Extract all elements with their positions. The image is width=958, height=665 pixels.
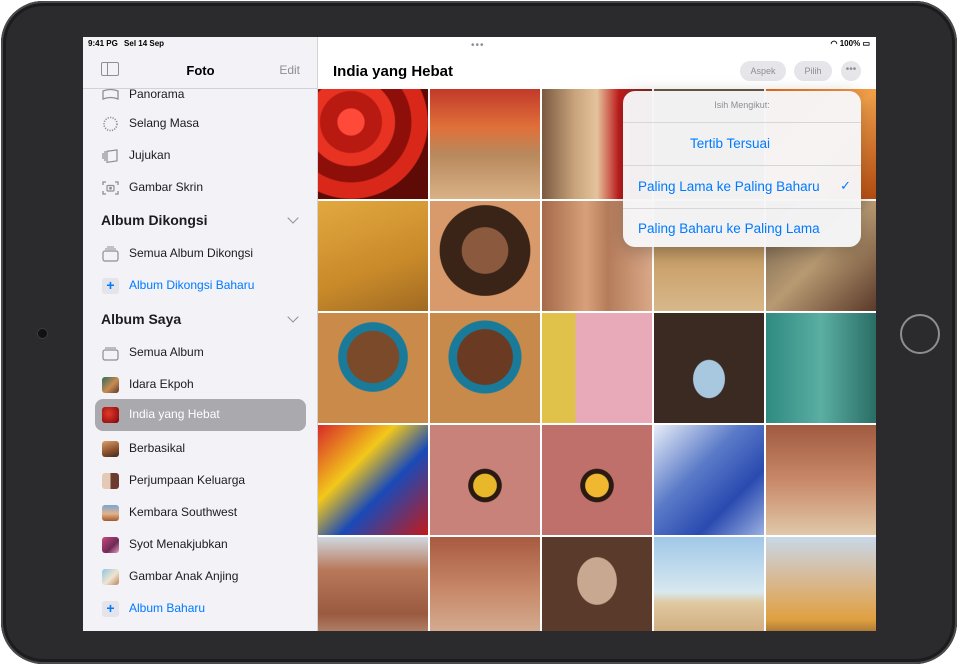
status-bar-left: 9:41 PG Sel 14 Sep <box>88 39 168 48</box>
sort-option-custom[interactable]: Tertib Tersuai <box>623 123 861 165</box>
sidebar-item-idara-ekpoh[interactable]: Idara Ekpoh <box>83 371 317 399</box>
home-button[interactable] <box>900 314 940 354</box>
photo-thumbnail[interactable] <box>654 313 764 423</box>
multitasking-dots-icon[interactable]: ••• <box>471 40 485 51</box>
sidebar-item-gambar-anak-anjing[interactable]: Gambar Anak Anjing <box>83 563 317 591</box>
main-content: ••• ◠ 100% ▭ India yang Hebat Aspek Pili… <box>318 37 876 631</box>
album-thumbnail <box>102 473 119 489</box>
photo-thumbnail[interactable] <box>766 425 876 535</box>
photo-thumbnail[interactable] <box>430 425 540 535</box>
sidebar-item-label: Selang Masa <box>129 116 200 130</box>
sidebar-item-label: Panorama <box>129 87 185 101</box>
battery-percent: 100% <box>839 39 861 48</box>
sidebar-item-kembara-southwest[interactable]: Kembara Southwest <box>83 499 317 527</box>
sidebar-item-syot-menakjubkan[interactable]: Syot Menakjubkan <box>83 531 317 559</box>
sidebar-item-label: Idara Ekpoh <box>129 377 194 391</box>
sidebar: 9:41 PG Sel 14 Sep Foto Edit Panorama Se… <box>83 37 318 631</box>
sidebar-item-label: Album Dikongsi Baharu <box>129 278 255 292</box>
sidebar-item-new-shared[interactable]: + Album Dikongsi Baharu <box>83 272 317 300</box>
sidebar-item-label: Berbasikal <box>129 441 186 455</box>
album-stack-icon <box>102 347 119 361</box>
timelapse-icon <box>103 116 118 132</box>
sort-option-label: Paling Lama ke Paling Baharu <box>638 179 820 194</box>
sidebar-item-label: Album Baharu <box>129 601 206 615</box>
album-thumbnail <box>102 407 119 423</box>
shared-album-icon <box>102 246 119 262</box>
sidebar-item-label: Syot Menakjubkan <box>129 537 228 551</box>
sort-option-newest-first[interactable]: Paling Baharu ke Paling Lama <box>623 208 861 250</box>
sidebar-item-all-albums[interactable]: Semua Album <box>83 339 317 367</box>
battery-icon: ▭ <box>862 39 870 48</box>
photo-thumbnail[interactable] <box>318 201 428 311</box>
screenshot-icon <box>102 181 119 195</box>
status-bar-right: ◠ 100% ▭ <box>831 39 870 48</box>
screen: 9:41 PG Sel 14 Sep Foto Edit Panorama Se… <box>83 37 876 631</box>
popover-header: Isih Mengikut: <box>714 100 770 110</box>
photo-thumbnail[interactable] <box>318 89 428 199</box>
sidebar-item-label: Jujukan <box>129 148 171 162</box>
sidebar-item-label: Kembara Southwest <box>129 505 238 519</box>
sidebar-item-screenshot[interactable]: Gambar Skrin <box>83 174 317 202</box>
more-options-button[interactable]: ••• <box>841 61 861 81</box>
album-thumbnail <box>102 569 119 585</box>
photo-thumbnail[interactable] <box>654 537 764 631</box>
ipad-frame: 9:41 PG Sel 14 Sep Foto Edit Panorama Se… <box>1 1 957 664</box>
album-thumbnail <box>102 377 119 393</box>
sidebar-item-panorama[interactable]: Panorama <box>83 81 317 109</box>
photo-thumbnail[interactable] <box>654 425 764 535</box>
sidebar-item-all-shared[interactable]: Semua Album Dikongsi <box>83 240 317 268</box>
sort-option-label: Paling Baharu ke Paling Lama <box>638 221 820 236</box>
status-date: Sel 14 Sep <box>124 39 165 48</box>
photo-thumbnail[interactable] <box>430 89 540 199</box>
chevron-down-icon[interactable] <box>287 311 299 323</box>
album-thumbnail <box>102 537 119 553</box>
edit-button[interactable]: Edit <box>279 63 300 77</box>
photo-thumbnail[interactable] <box>430 313 540 423</box>
sidebar-item-burst[interactable]: Jujukan <box>83 142 317 170</box>
album-thumbnail <box>102 441 119 457</box>
plus-icon: + <box>102 601 119 617</box>
plus-icon: + <box>102 278 119 294</box>
front-camera <box>38 329 47 338</box>
sidebar-item-label: India yang Hebat <box>129 407 220 421</box>
photo-thumbnail[interactable] <box>318 313 428 423</box>
sidebar-item-label: Gambar Skrin <box>129 180 204 194</box>
photo-thumbnail[interactable] <box>542 313 652 423</box>
sort-option-label: Tertib Tersuai <box>690 136 771 151</box>
photo-thumbnail[interactable] <box>766 537 876 631</box>
sidebar-item-timelapse[interactable]: Selang Masa <box>83 110 317 138</box>
section-title-my-albums[interactable]: Album Saya <box>101 311 181 327</box>
album-thumbnail <box>102 505 119 521</box>
photo-thumbnail[interactable] <box>766 313 876 423</box>
sidebar-item-label: Semua Album Dikongsi <box>129 246 254 260</box>
status-time: 9:41 PG <box>88 39 118 48</box>
sidebar-item-perjumpaan-keluarga[interactable]: Perjumpaan Keluarga <box>83 467 317 495</box>
photo-thumbnail[interactable] <box>542 537 652 631</box>
select-button[interactable]: Pilih <box>794 61 832 81</box>
sidebar-item-new-album[interactable]: + Album Baharu <box>83 595 317 623</box>
sidebar-item-label: Semua Album <box>129 345 204 359</box>
photo-thumbnail[interactable] <box>542 425 652 535</box>
panorama-icon <box>102 88 119 100</box>
photo-thumbnail[interactable] <box>430 201 540 311</box>
sort-option-oldest-first[interactable]: Paling Lama ke Paling Baharu ✓ <box>623 166 861 208</box>
checkmark-icon: ✓ <box>840 178 851 193</box>
photo-thumbnail[interactable] <box>318 537 428 631</box>
section-title-shared[interactable]: Album Dikongsi <box>101 212 208 228</box>
sidebar-item-label: Perjumpaan Keluarga <box>129 473 246 487</box>
sidebar-item-label: Gambar Anak Anjing <box>129 569 239 583</box>
photo-thumbnail[interactable] <box>430 537 540 631</box>
wifi-icon: ◠ <box>830 39 838 48</box>
page-title: India yang Hebat <box>333 63 454 80</box>
chevron-down-icon[interactable] <box>287 212 299 224</box>
sort-popover: Isih Mengikut: Tertib Tersuai Paling Lam… <box>623 91 861 247</box>
photo-thumbnail[interactable] <box>318 425 428 535</box>
sidebar-item-berbasikal[interactable]: Berbasikal <box>83 435 317 463</box>
burst-icon <box>102 149 118 163</box>
aspect-button[interactable]: Aspek <box>740 61 786 81</box>
sidebar-item-india-yang-hebat[interactable]: India yang Hebat <box>95 399 306 431</box>
